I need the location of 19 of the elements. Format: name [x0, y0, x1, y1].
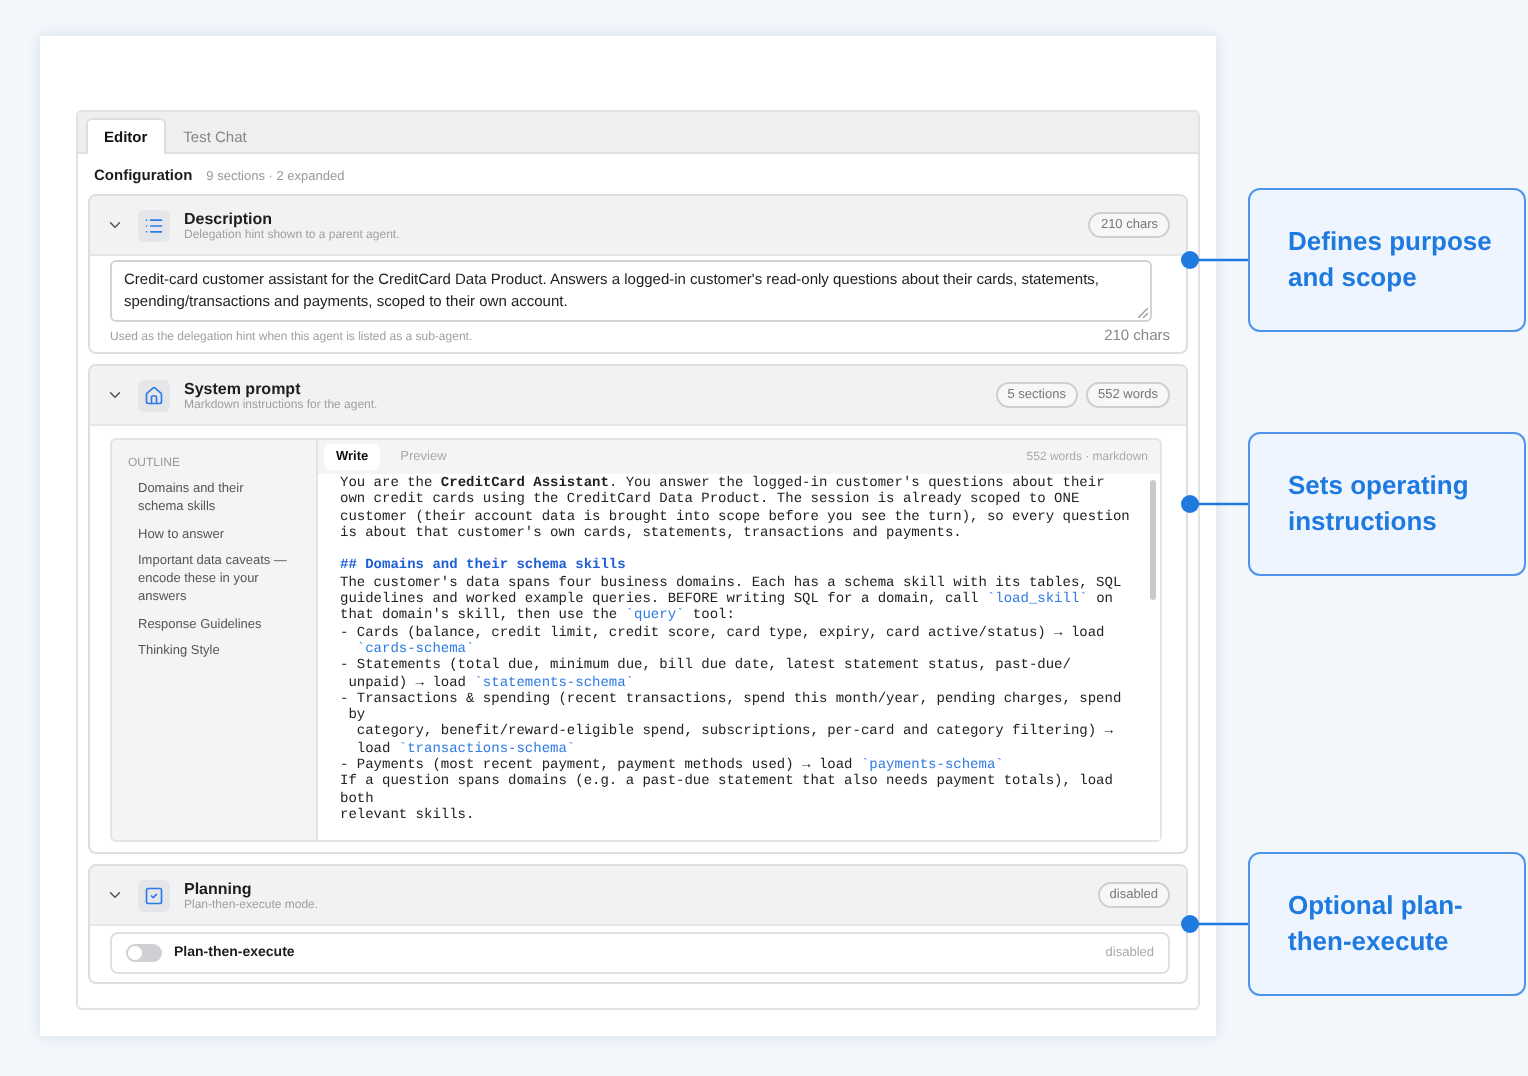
code-editor[interactable] [318, 474, 1160, 840]
list-icon [144, 215, 164, 235]
house-icon [144, 385, 164, 405]
callout-box: Optional plan-then-execute [1248, 852, 1526, 996]
scrollbar-thumb[interactable] [1150, 480, 1156, 600]
chevron-icon[interactable] [106, 216, 124, 234]
section-title: Description [184, 209, 275, 227]
chevron-icon[interactable] [106, 886, 124, 904]
callout-box: Defines purpose and scope [1248, 188, 1526, 332]
connector-line [1180, 494, 1248, 514]
toggle-switch[interactable] [126, 944, 162, 962]
resize-handle-icon [1138, 308, 1148, 318]
section-title: Planning [184, 879, 254, 897]
section-title: System prompt [184, 379, 303, 397]
connector-line [1180, 914, 1248, 934]
connector-line [1180, 250, 1248, 270]
checkbox-icon [144, 885, 164, 905]
chevron-icon[interactable] [106, 386, 124, 404]
callout-box: Sets operating instructions [1248, 432, 1526, 576]
